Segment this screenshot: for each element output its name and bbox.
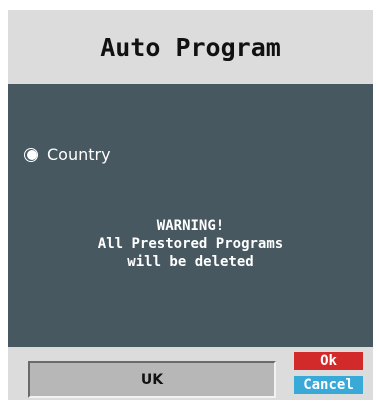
warning-line: All Prestored Programs <box>97 236 284 252</box>
cancel-button[interactable]: Cancel <box>294 376 363 394</box>
dialog-title: Auto Program <box>8 10 373 84</box>
country-option-label: Country <box>47 145 111 164</box>
dialog-footer: UK Ok Cancel <box>8 347 373 400</box>
country-value-field[interactable]: UK <box>28 361 276 398</box>
warning-message: WARNING! All Prestored Programs will be … <box>8 217 373 271</box>
auto-program-dialog: Auto Program Country WARNING! All Presto… <box>0 0 379 403</box>
warning-title: WARNING! <box>156 218 225 234</box>
warning-line: will be deleted <box>127 254 254 270</box>
dialog-body: Country WARNING! All Prestored Programs … <box>8 84 373 347</box>
radio-selected-icon <box>24 147 38 162</box>
country-option[interactable]: Country <box>24 145 111 164</box>
ok-button[interactable]: Ok <box>294 352 363 370</box>
